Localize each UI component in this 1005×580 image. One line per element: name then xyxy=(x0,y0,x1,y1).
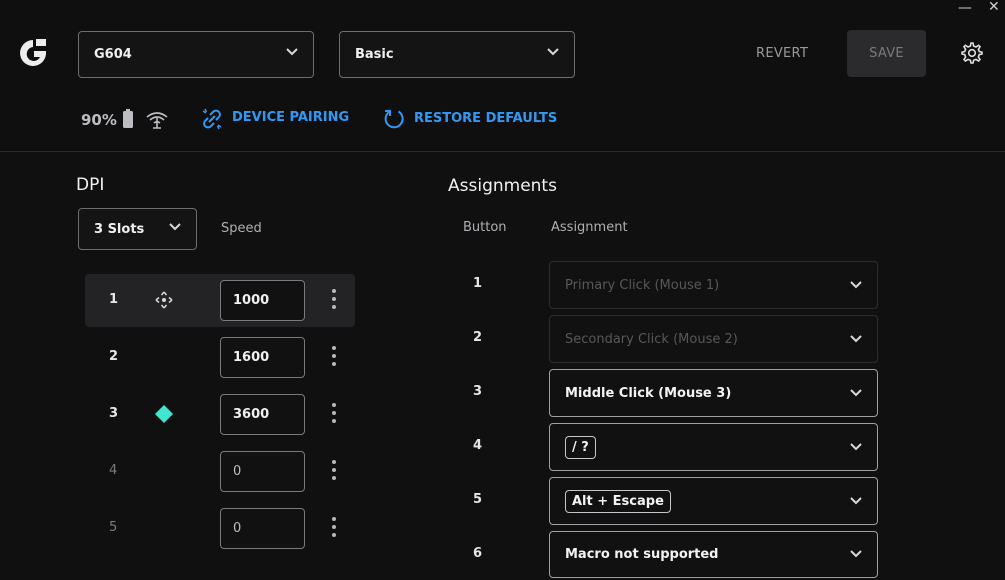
dpi-slot-row[interactable]: 5 0 xyxy=(85,502,355,555)
assignment-value: Middle Click (Mouse 3) xyxy=(565,386,732,401)
revert-button[interactable]: REVERT xyxy=(756,46,808,61)
assignment-select[interactable]: Secondary Click (Mouse 2) xyxy=(549,315,878,363)
button-column-label: Button xyxy=(463,220,507,235)
assignment-select[interactable]: Middle Click (Mouse 3) xyxy=(549,369,878,417)
dpi-speed-value: 0 xyxy=(233,521,242,536)
save-button[interactable]: SAVE xyxy=(847,30,926,77)
button-number: 1 xyxy=(473,276,483,291)
device-pairing-label: DEVICE PAIRING xyxy=(232,110,350,125)
dpi-slot-row[interactable]: 3 3600 xyxy=(85,388,355,441)
assignment-column-label: Assignment xyxy=(551,220,628,235)
diamond-icon xyxy=(155,405,173,423)
assignment-select[interactable]: / ? xyxy=(549,423,878,471)
device-select-value: G604 xyxy=(94,47,132,62)
dpi-slot-number: 4 xyxy=(109,463,118,478)
device-select[interactable]: G604 xyxy=(78,31,314,78)
dpi-speed-input[interactable]: 3600 xyxy=(220,394,305,435)
assignment-value: Macro not supported xyxy=(565,547,719,562)
more-options-icon[interactable] xyxy=(331,460,337,482)
wireless-signal-icon xyxy=(146,112,168,129)
device-pairing-link[interactable]: DEVICE PAIRING xyxy=(201,108,351,130)
chevron-down-icon xyxy=(286,48,298,56)
button-number: 4 xyxy=(473,438,483,453)
button-number: 3 xyxy=(473,384,483,399)
dpi-slot-number: 1 xyxy=(109,292,119,307)
assignment-select[interactable]: Primary Click (Mouse 1) xyxy=(549,261,878,309)
battery-percentage: 90% xyxy=(81,111,117,129)
dpi-speed-value: 3600 xyxy=(233,407,270,422)
assignment-value: Primary Click (Mouse 1) xyxy=(565,278,720,293)
minimize-icon: — xyxy=(958,0,972,16)
chevron-down-icon xyxy=(850,335,862,343)
dpi-slot-row[interactable]: 1 1000 xyxy=(85,274,355,327)
button-number: 6 xyxy=(473,546,483,561)
chevron-down-icon xyxy=(850,497,862,505)
assignment-select[interactable]: Alt + Escape xyxy=(549,477,878,525)
logitech-g-logo-icon xyxy=(20,39,46,66)
close-button[interactable]: ✕ xyxy=(988,0,1000,14)
profile-select[interactable]: Basic xyxy=(339,31,575,78)
dpi-speed-value: 1600 xyxy=(233,350,270,365)
dpi-slot-number: 3 xyxy=(109,406,119,421)
restore-icon xyxy=(384,110,404,129)
restore-defaults-link[interactable]: RESTORE DEFAULTS xyxy=(383,108,557,130)
minimize-button[interactable]: — xyxy=(958,1,972,15)
dpi-slot-row[interactable]: 4 0 xyxy=(85,445,355,498)
close-icon: ✕ xyxy=(988,0,1000,15)
dpi-slot-number: 5 xyxy=(109,520,118,535)
assignments-section-title: Assignments xyxy=(448,176,557,196)
chevron-down-icon xyxy=(169,223,181,231)
chevron-down-icon xyxy=(850,443,862,451)
assignment-select[interactable]: Macro not supported xyxy=(549,531,878,578)
dpi-section-title: DPI xyxy=(76,175,105,195)
dpi-speed-input[interactable]: 1600 xyxy=(220,337,305,378)
move-icon xyxy=(155,291,173,309)
dpi-speed-input[interactable]: 0 xyxy=(220,451,305,492)
restore-defaults-label: RESTORE DEFAULTS xyxy=(414,111,558,126)
link-broken-icon xyxy=(202,108,222,130)
dpi-slots-value: 3 Slots xyxy=(94,222,145,237)
gear-icon[interactable] xyxy=(960,41,984,65)
dpi-speed-input[interactable]: 0 xyxy=(220,508,305,549)
dpi-speed-value: 1000 xyxy=(233,293,270,308)
speed-column-label: Speed xyxy=(221,221,262,236)
keycap-chip: Alt + Escape xyxy=(565,490,671,513)
dpi-slots-select[interactable]: 3 Slots xyxy=(78,208,197,250)
dpi-speed-input[interactable]: 1000 xyxy=(220,280,305,321)
dpi-slot-number: 2 xyxy=(109,349,119,364)
assignment-value: Secondary Click (Mouse 2) xyxy=(565,332,738,347)
keycap-chip: / ? xyxy=(565,436,596,459)
more-options-icon[interactable] xyxy=(331,289,337,311)
chevron-down-icon xyxy=(547,48,559,56)
chevron-down-icon xyxy=(850,389,862,397)
battery-icon xyxy=(123,109,133,128)
more-options-icon[interactable] xyxy=(331,517,337,539)
profile-select-value: Basic xyxy=(355,47,394,62)
dpi-slot-row[interactable]: 2 1600 xyxy=(85,331,355,384)
more-options-icon[interactable] xyxy=(331,403,337,425)
button-number: 2 xyxy=(473,330,483,345)
chevron-down-icon xyxy=(850,281,862,289)
more-options-icon[interactable] xyxy=(331,346,337,368)
dpi-speed-value: 0 xyxy=(233,464,242,479)
button-number: 5 xyxy=(473,492,483,507)
chevron-down-icon xyxy=(850,550,862,558)
